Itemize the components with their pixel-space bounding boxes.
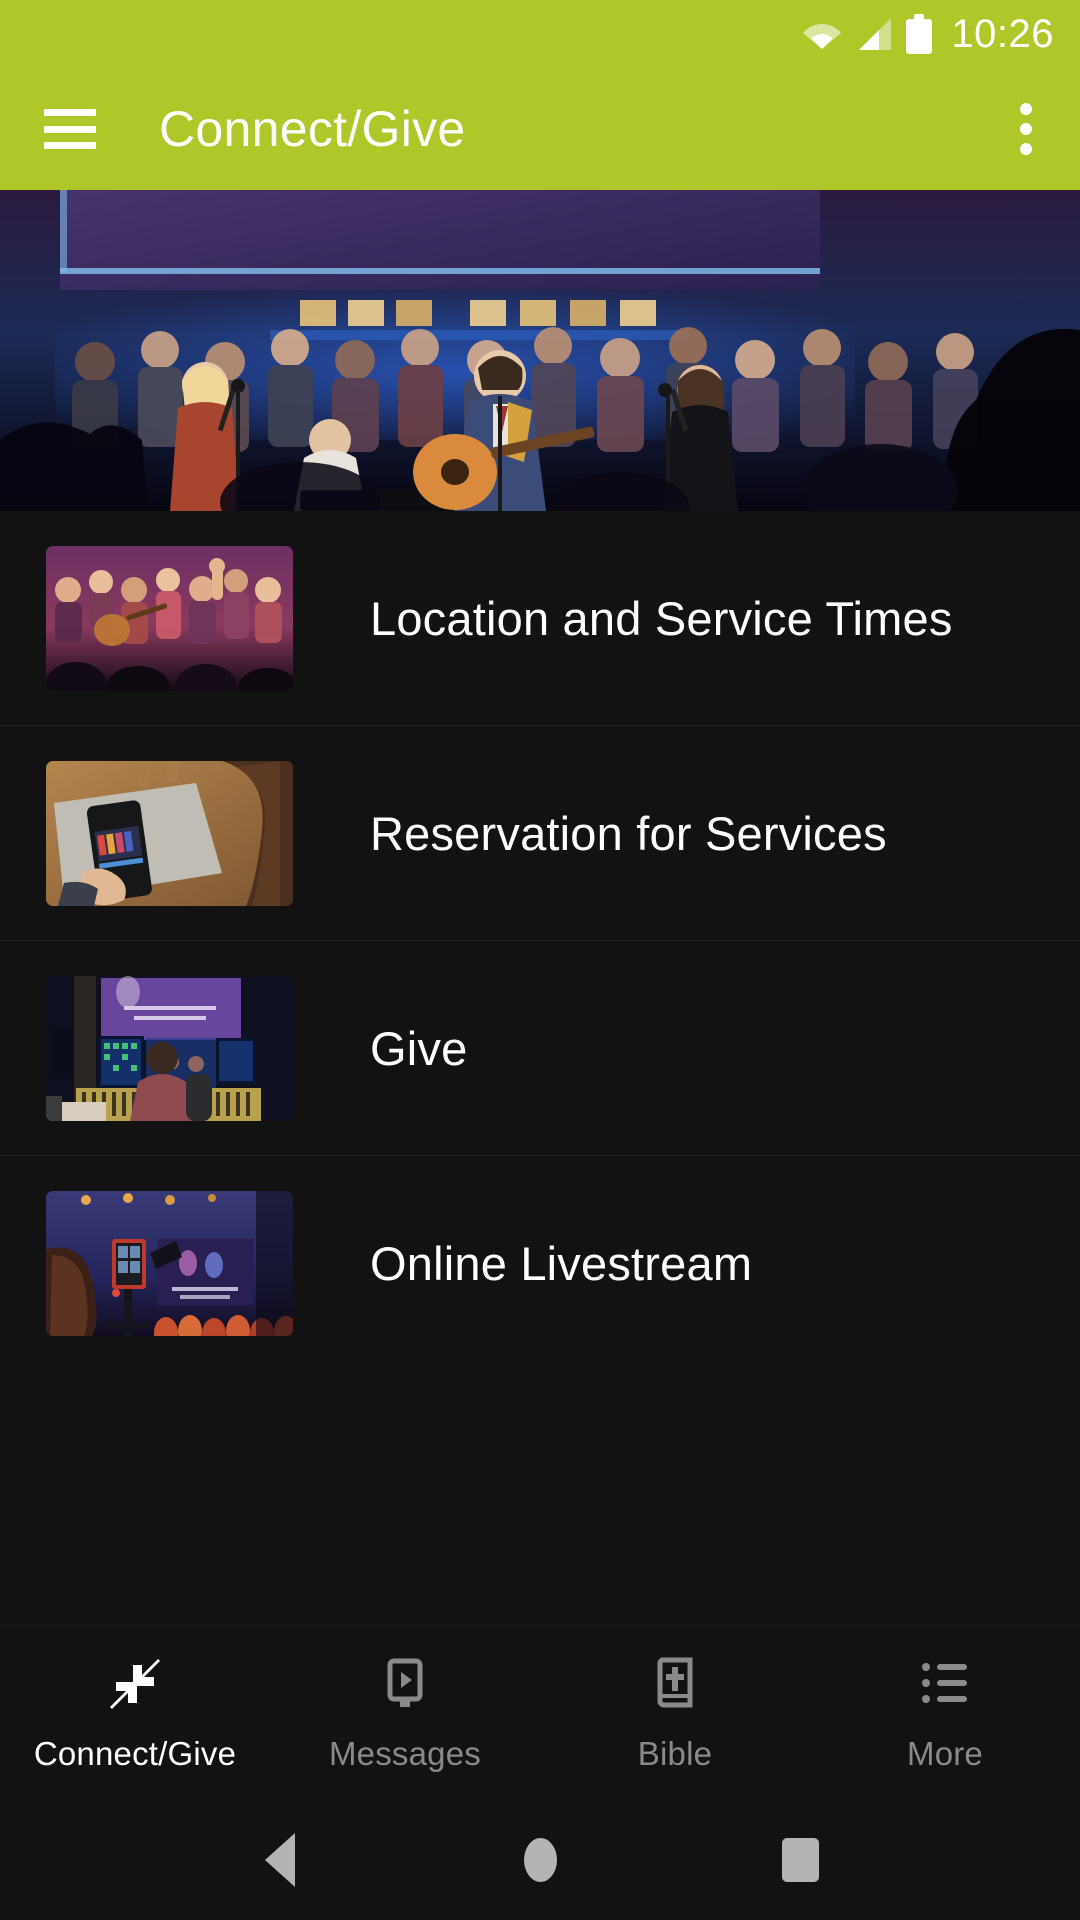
tab-more[interactable]: More — [810, 1626, 1080, 1800]
tab-bible[interactable]: Bible — [540, 1626, 810, 1800]
back-triangle-icon[interactable] — [252, 1832, 308, 1888]
status-bar: 10:26 — [0, 0, 1080, 68]
list-item[interactable]: Reservation for Services — [0, 726, 1080, 941]
tab-label: Connect/Give — [33, 1735, 237, 1772]
tab-label: Messages — [328, 1735, 481, 1772]
tab-messages[interactable]: Messages — [270, 1626, 540, 1800]
sound-booth-thumbnail — [46, 975, 293, 1121]
overflow-menu-icon[interactable] — [998, 101, 1054, 157]
list-item[interactable]: Online Livestream — [0, 1156, 1080, 1371]
list-item[interactable]: Give — [0, 941, 1080, 1156]
list-item-thumbnail — [46, 545, 293, 691]
status-bar-icons — [802, 14, 933, 54]
tab-label: More — [907, 1735, 983, 1772]
congregation-worship-thumbnail — [46, 545, 293, 691]
list-item-label: Reservation for Services — [370, 806, 887, 860]
menu-list: Location and Service Times Reservation f… — [0, 511, 1080, 1625]
wifi-icon — [802, 18, 842, 50]
phone-reservation-thumbnail — [46, 760, 293, 906]
list-more-icon — [916, 1653, 974, 1715]
status-bar-clock: 10:26 — [951, 12, 1054, 56]
cellular-signal-icon — [855, 17, 893, 51]
list-item[interactable]: Location and Service Times — [0, 511, 1080, 726]
app-root: 10:26 Connect/Give Location and Service … — [0, 0, 1080, 1920]
livestream-camera-thumbnail — [46, 1191, 293, 1336]
home-circle-icon[interactable] — [512, 1832, 568, 1888]
hero-illustration — [0, 190, 1080, 511]
recents-square-icon[interactable] — [772, 1832, 828, 1888]
list-item-thumbnail — [46, 975, 293, 1121]
list-item-label: Online Livestream — [370, 1237, 753, 1290]
hero-banner-image[interactable] — [0, 190, 1080, 511]
tab-label: Bible — [637, 1735, 713, 1772]
connect-arrows-icon — [106, 1653, 164, 1715]
list-item-label: Give — [370, 1021, 468, 1075]
list-item-thumbnail — [46, 760, 293, 906]
tab-connect-give[interactable]: Connect/Give — [0, 1626, 270, 1800]
page-title: Connect/Give — [159, 101, 466, 157]
bible-book-cross-icon — [646, 1653, 704, 1715]
bottom-tab-bar: Connect/Give Messages Bible More — [0, 1625, 1080, 1800]
app-bar: Connect/Give — [0, 68, 1080, 190]
battery-icon — [906, 14, 933, 54]
list-item-thumbnail — [46, 1191, 293, 1336]
list-item-label: Location and Service Times — [370, 591, 953, 645]
hamburger-menu-icon[interactable] — [44, 109, 96, 149]
video-play-icon — [376, 1653, 434, 1715]
android-navigation-bar — [0, 1800, 1080, 1920]
